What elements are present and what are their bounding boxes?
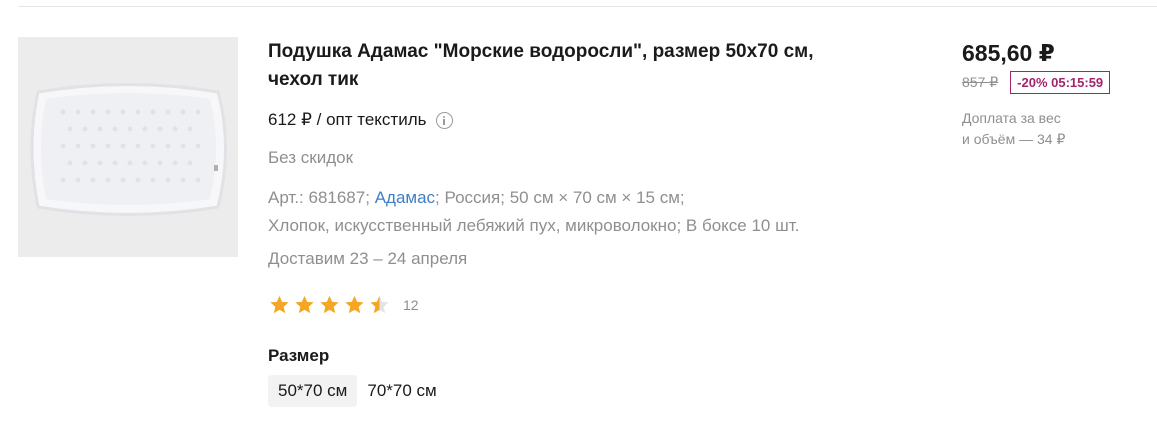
star-icon xyxy=(345,295,364,314)
old-price: 857 ₽ xyxy=(962,74,999,90)
surcharge-line1: Доплата за вес xyxy=(962,110,1061,126)
size-option-50x70[interactable]: 50*70 см xyxy=(268,375,358,407)
product-image[interactable] xyxy=(18,37,238,257)
attributes-line2: Хлопок, искусственный лебяжий пух, микро… xyxy=(268,216,800,235)
surcharge-note: Доплата за вес и объём — 34 ₽ xyxy=(962,108,1102,150)
size-option-70x70[interactable]: 70*70 см xyxy=(357,375,446,407)
brand-link[interactable]: Адамас xyxy=(375,188,435,207)
delivery-info: Доставим 23 – 24 апреля xyxy=(268,249,468,268)
pillow-image xyxy=(18,37,238,257)
size-label: Размер xyxy=(268,346,330,365)
old-price-row: 857 ₽ -20% 05:15:59 xyxy=(962,71,1152,94)
product-attributes: Арт.: 681687; Адамас; Россия; 50 см × 70… xyxy=(268,184,799,240)
rating[interactable]: 12 xyxy=(268,294,419,316)
no-discount-label: Без скидок xyxy=(268,148,353,167)
discount-badge: -20% 05:15:59 xyxy=(1010,71,1111,94)
star-icon xyxy=(295,295,314,314)
attributes-line1: Арт.: 681687; Адамас; Россия; 50 см × 70… xyxy=(268,184,799,212)
opt-price: 612 ₽ / опт текстиль xyxy=(268,110,427,129)
star-icon xyxy=(270,295,289,314)
opt-price-row: 612 ₽ / опт текстиль xyxy=(268,110,454,130)
product-title-line1[interactable]: Подушка Адамас "Морские водоросли", разм… xyxy=(268,41,813,62)
article-number: Арт.: 681687; xyxy=(268,188,370,207)
star-icon xyxy=(320,295,339,314)
price-column: 685,60 ₽ 857 ₽ -20% 05:15:59 Доплата за … xyxy=(962,40,1152,150)
attributes-rest: ; Россия; 50 см × 70 см × 15 см; xyxy=(435,188,685,207)
current-price: 685,60 ₽ xyxy=(962,40,1055,66)
product-info: Подушка Адамас "Морские водоросли", разм… xyxy=(268,38,908,407)
product-title[interactable]: Подушка Адамас "Морские водоросли", разм… xyxy=(268,38,908,94)
half-star-icon xyxy=(370,295,389,314)
size-options: 50*70 см 70*70 см xyxy=(268,375,447,407)
surcharge-line2: и объём — 34 ₽ xyxy=(962,131,1066,147)
review-count[interactable]: 12 xyxy=(403,297,419,313)
product-title-line2[interactable]: чехол тик xyxy=(268,69,358,90)
info-icon[interactable] xyxy=(436,111,454,129)
top-divider xyxy=(18,6,1157,7)
